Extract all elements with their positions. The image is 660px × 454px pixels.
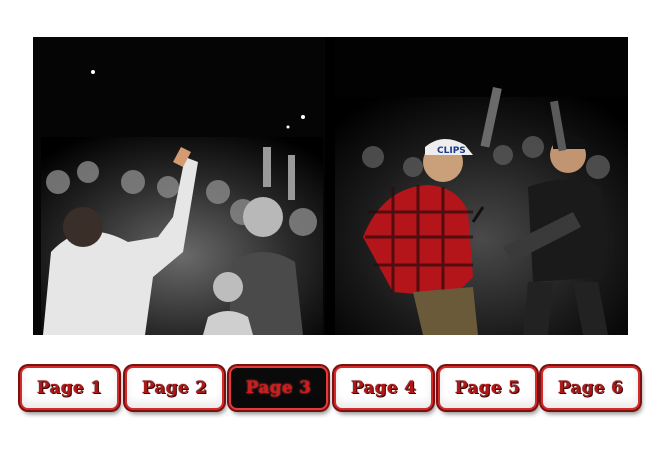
- concert-photo: CLIPS: [33, 37, 628, 335]
- page-4-button[interactable]: Page 4: [334, 366, 433, 410]
- pagination: Page 1 Page 2 Page 3 Page 4 Page 5 Page …: [0, 362, 660, 416]
- page-6-button[interactable]: Page 6: [541, 366, 640, 410]
- cap-text: CLIPS: [437, 146, 466, 156]
- page-3-label: Page 3: [245, 378, 312, 398]
- page-5-label: Page 5: [454, 378, 521, 398]
- page-6-label: Page 6: [557, 378, 624, 398]
- page-4-label: Page 4: [350, 378, 417, 398]
- page-2-label: Page 2: [141, 378, 208, 398]
- concert-photo-image: CLIPS: [33, 37, 628, 335]
- page-3-button[interactable]: Page 3: [229, 366, 328, 410]
- page-1-button[interactable]: Page 1: [20, 366, 119, 410]
- page-1-label: Page 1: [36, 378, 103, 398]
- page-5-button[interactable]: Page 5: [438, 366, 537, 410]
- page-2-button[interactable]: Page 2: [125, 366, 224, 410]
